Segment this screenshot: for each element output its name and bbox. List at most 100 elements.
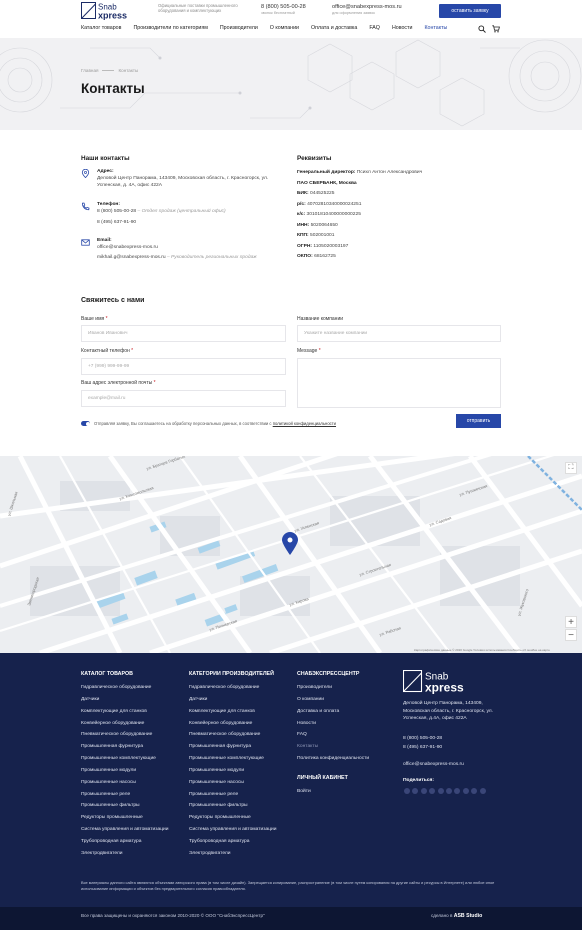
footer-login-link[interactable]: Войти [297,786,397,798]
ks-value: 30101810400000000225 [306,212,361,217]
search-icon[interactable] [478,25,486,33]
made-by[interactable]: сделано в ASB Studio [431,913,482,919]
email-input[interactable]: example@mail.ru [81,390,286,407]
privacy-policy-link[interactable]: политикой конфиденциальности [273,421,336,426]
message-label: Message * [297,348,321,354]
submit-button[interactable]: отправить [456,414,501,428]
footer-link[interactable]: Редукторы промышленные [189,812,294,824]
footer-link[interactable]: Пневматическое оборудование [189,729,294,741]
footer-link[interactable]: Промышленные насосы [189,777,294,789]
zoom-in-button[interactable]: + [565,616,577,628]
nav-item-manufacturers-by-category[interactable]: Производители по категориям [133,25,207,35]
footer-link[interactable]: Промышленные фильтры [189,800,294,812]
footer-link[interactable]: Политика конфиденциальности [297,753,397,765]
header-phone[interactable]: 8 (800) 505-00-28 звонок бесплатный [261,4,306,15]
phone-input[interactable]: +7 (999) 999-99-99 [81,358,286,375]
footer-link[interactable]: Гидравлическое оборудование [189,682,294,694]
footer-link[interactable]: Промышленная фурнитура [81,741,186,753]
vk-icon[interactable] [404,788,410,794]
cart-icon[interactable] [492,25,500,33]
nav-item-faq[interactable]: FAQ [369,25,380,35]
footer-link[interactable]: Датчики [81,694,186,706]
footer-link[interactable]: Новости [297,718,397,730]
footer-logo[interactable]: Snab xpress [403,670,477,694]
nav-item-news[interactable]: Новости [392,25,413,35]
map-canvas[interactable]: ул. Братцев Горбатых ул. Успенская ул. П… [0,456,582,653]
consent-toggle[interactable] [81,421,90,426]
footer-phone-2[interactable]: 8 (495) 637-91-90 [403,744,442,752]
twitter-icon[interactable] [429,788,436,794]
footer-link[interactable]: Гидравлическое оборудование [81,682,186,694]
name-input[interactable]: Иванов Иванович [81,325,286,342]
rs-label: р/с: [297,201,306,207]
footer-link[interactable]: Промышленные реле [81,789,186,801]
footer-link[interactable]: Конвейерное оборудование [189,718,294,730]
footer-link[interactable]: Редукторы промышленные [81,812,186,824]
footer-link[interactable]: Трубопроводная арматура [189,836,294,848]
nav-item-catalog[interactable]: Каталог товаров [81,25,121,35]
footer-link[interactable]: Промышленные фильтры [81,800,186,812]
copyright-text: Все права защищены и охраняются законом … [81,913,265,918]
footer-link[interactable]: Промышленные комплектующие [81,753,186,765]
nav-item-manufacturers[interactable]: Производители [220,25,258,35]
inn-label: ИНН: [297,222,310,228]
skype-icon[interactable] [454,788,461,794]
footer-link[interactable]: Промышленная фурнитура [189,741,294,753]
footer-link[interactable]: FAQ [297,729,397,741]
viber-icon[interactable] [437,788,444,794]
phone-secondary[interactable]: 8 (495) 637-91-90 [97,219,226,226]
footer-link[interactable]: Комплектующие для станков [81,706,186,718]
site-logo[interactable]: Snab xpress [81,2,139,20]
facebook-icon[interactable] [412,788,419,794]
footer-link[interactable]: Промышленные насосы [81,777,186,789]
fullscreen-icon[interactable]: ⛶ [565,462,577,474]
map[interactable]: ул. Братцев Горбатых ул. Успенская ул. П… [0,456,582,653]
footer-link[interactable]: Производители [297,682,397,694]
studio-name[interactable]: ASB Studio [454,913,483,919]
footer-link[interactable]: Трубопроводная арматура [81,836,186,848]
phone-main[interactable]: 8 (800) 505-00-28 [97,209,136,214]
footer-link[interactable]: Промышленные реле [189,789,294,801]
footer-link[interactable]: Комплектующие для станков [189,706,294,718]
footer-link[interactable]: Промышленные модули [81,765,186,777]
footer-link[interactable]: Электродвигатели [189,848,294,860]
footer-phone-1[interactable]: 8 (800) 505-00-28 [403,735,442,743]
map-attribution[interactable]: Картографические данные © 2020 Google Ус… [414,648,550,652]
leave-request-button[interactable]: оставить заявку [439,4,501,18]
footer-cabinet-title: ЛИЧНЫЙ КАБИНЕТ [297,774,348,781]
nav-item-payment-delivery[interactable]: Оплата и доставка [311,25,357,35]
ogrn-label: ОГРН: [297,243,312,249]
header-email[interactable]: office@snabexpress-mos.ru для оформления … [332,4,402,15]
link-icon[interactable] [479,788,486,794]
ogrn-value: 1105020003197 [313,243,349,249]
breadcrumb-home[interactable]: Главная [81,68,98,73]
share-label: Поделиться: [403,778,434,783]
mail-icon[interactable] [471,788,478,794]
footer-link[interactable]: Доставка и оплата [297,706,397,718]
footer-link[interactable]: Система управления и автоматизации [189,824,294,836]
message-textarea[interactable] [297,358,501,408]
company-input[interactable]: Укажите название компании [297,325,501,342]
zoom-out-button[interactable]: − [565,629,577,641]
whatsapp-icon[interactable] [445,788,452,794]
site-header: Snab xpress Официальные поставки промышл… [0,0,582,38]
nav-item-about[interactable]: О компании [270,25,299,35]
email-main[interactable]: office@snabexpress-mos.ru [97,244,257,251]
footer-email[interactable]: office@snabexpress-mos.ru [403,761,464,769]
footer-link[interactable]: Промышленные комплектующие [189,753,294,765]
footer-link[interactable]: Датчики [189,694,294,706]
footer-link[interactable]: Промышленные модули [189,765,294,777]
director-value: Психл Антон Александрович [356,170,423,175]
footer-link[interactable]: Пневматическое оборудование [81,729,186,741]
email-secondary[interactable]: mikhail.g@snabexpress-mos.ru [97,255,166,260]
footer-link[interactable]: О компании [297,694,397,706]
footer-link-active[interactable]: Контакты [297,741,397,753]
director-label: Генеральный директор: [297,170,356,175]
footer-link[interactable]: Электродвигатели [81,848,186,860]
footer-link[interactable]: Система управления и автоматизации [81,824,186,836]
nav-item-contacts[interactable]: Контакты [424,25,447,35]
ok-icon[interactable] [420,788,427,794]
telegram-icon[interactable] [462,788,469,794]
page-hero: Главная Контакты Контакты [0,38,582,130]
footer-link[interactable]: Конвейерное оборудование [81,718,186,730]
